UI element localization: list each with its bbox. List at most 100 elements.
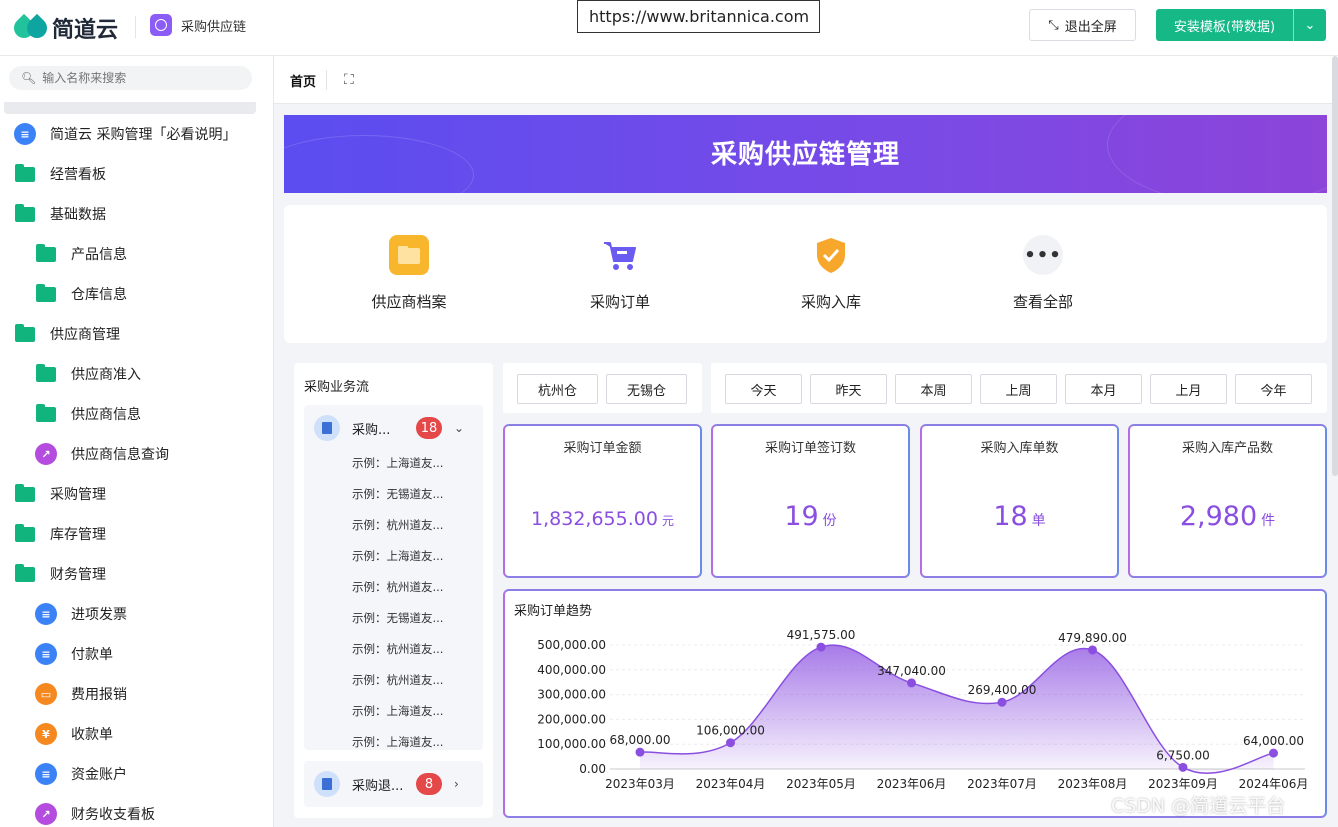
y-tick-label: 500,000.00 bbox=[537, 638, 606, 652]
stat-value: 18 单 bbox=[922, 501, 1117, 532]
brand-name: 简道云 bbox=[52, 18, 119, 43]
sidebar-item-label: 基础数据 bbox=[50, 207, 106, 223]
sidebar-item-1[interactable]: 经营看板 bbox=[0, 154, 273, 194]
sidebar-item-3[interactable]: 产品信息 bbox=[0, 234, 273, 274]
quick-purchase-inbound[interactable]: 采购入库 bbox=[761, 235, 901, 312]
app-switcher[interactable]: 采购供应链 bbox=[150, 14, 246, 36]
tab-home[interactable]: 首页 bbox=[290, 71, 316, 90]
quick-label: 采购入库 bbox=[800, 293, 861, 311]
stat-value: 2,980 件 bbox=[1130, 501, 1325, 532]
sidebar-item-label: 产品信息 bbox=[71, 247, 127, 263]
chevron-down-icon[interactable]: ⌄ bbox=[454, 421, 464, 435]
chevron-down-icon[interactable]: ⌄ bbox=[1293, 9, 1326, 41]
exit-fullscreen-button[interactable]: ⤡ 退出全屏 bbox=[1029, 9, 1136, 41]
sidebar-item-0[interactable]: ≡ 简道云 采购管理「必看说明」 bbox=[0, 114, 273, 154]
flow-sub-item[interactable]: 示例：杭州道友... bbox=[352, 641, 443, 657]
flow-sub-item[interactable]: 示例：上海道友... bbox=[352, 734, 443, 750]
watermark: CSDN @简道云平台 bbox=[1111, 795, 1286, 817]
filter-today[interactable]: 今天 bbox=[725, 374, 802, 404]
sidebar-item-8[interactable]: ↗ 供应商信息查询 bbox=[0, 434, 273, 474]
search-box[interactable]: 🔍︎ bbox=[9, 66, 252, 90]
filter-wuxi[interactable]: 无锡仓 bbox=[606, 374, 687, 404]
flow-title: 采购业务流 bbox=[304, 380, 370, 395]
sidebar-item-12[interactable]: ≡ 进项发票 bbox=[0, 594, 273, 634]
flow-sub-item[interactable]: 示例：上海道友... bbox=[352, 548, 443, 564]
flow-sub-item[interactable]: 示例：杭州道友... bbox=[352, 672, 443, 688]
filter-last-month[interactable]: 上月 bbox=[1150, 374, 1227, 404]
stat-value: 19 份 bbox=[713, 501, 908, 532]
sidebar-item-label: 仓库信息 bbox=[71, 287, 127, 303]
sidebar-item-9[interactable]: 采购管理 bbox=[0, 474, 273, 514]
stat-unit: 单 bbox=[1031, 513, 1046, 529]
sidebar-item-13[interactable]: ≡ 付款单 bbox=[0, 634, 273, 674]
flow-sub-item[interactable]: 示例：上海道友... bbox=[352, 703, 443, 719]
data-point[interactable] bbox=[635, 747, 645, 757]
page-scrollbar[interactable] bbox=[1332, 56, 1338, 476]
business-flow-panel: 采购业务流 采购... 18 ⌄ 示例：上海道友... 示例：无锡道友... 示例：… bbox=[294, 363, 493, 818]
app-name: 采购供应链 bbox=[181, 19, 247, 35]
flow-group-header[interactable]: 采购... 18 ⌄ bbox=[314, 415, 474, 441]
y-tick-label: 200,000.00 bbox=[537, 712, 606, 726]
flow-group-return[interactable]: 采购退... 8 › bbox=[304, 761, 483, 807]
sidebar-item-17[interactable]: ↗ 财务收支看板 bbox=[0, 794, 273, 827]
sidebar-item-label: 供应商准入 bbox=[71, 367, 141, 383]
flow-sub-item[interactable]: 示例：无锡道友... bbox=[352, 610, 443, 626]
filter-this-year[interactable]: 今年 bbox=[1235, 374, 1312, 404]
flow-sub-item[interactable]: 示例：上海道友... bbox=[352, 455, 443, 471]
sidebar-item-5[interactable]: 供应商管理 bbox=[0, 314, 273, 354]
data-point[interactable] bbox=[1088, 645, 1097, 655]
sidebar-item-15[interactable]: ¥ 收款单 bbox=[0, 714, 273, 754]
data-label: 269,400.00 bbox=[968, 683, 1037, 697]
sidebar-item-14[interactable]: ▭ 费用报销 bbox=[0, 674, 273, 714]
flow-group-header[interactable]: 采购退... 8 › bbox=[314, 771, 474, 797]
stat-unit: 件 bbox=[1261, 513, 1276, 529]
folder-icon bbox=[35, 243, 57, 265]
search-input[interactable] bbox=[42, 71, 233, 85]
url-bar[interactable]: https://www.britannica.com bbox=[577, 0, 820, 33]
data-point[interactable] bbox=[907, 678, 916, 688]
brand-logo[interactable]: 简道云 bbox=[9, 12, 119, 44]
quick-supplier-archive[interactable]: 供应商档案 bbox=[339, 235, 479, 312]
data-point[interactable] bbox=[816, 642, 826, 652]
filter-this-month[interactable]: 本月 bbox=[1065, 374, 1142, 404]
more-icon: ••• bbox=[1023, 235, 1063, 275]
sidebar-item-label: 付款单 bbox=[71, 647, 113, 663]
filter-this-week[interactable]: 本周 bbox=[895, 374, 972, 404]
sidebar-item-label: 供应商信息 bbox=[71, 407, 141, 423]
sidebar-item-4[interactable]: 仓库信息 bbox=[0, 274, 273, 314]
flow-sub-item[interactable]: 示例：杭州道友... bbox=[352, 579, 443, 595]
sidebar-item-6[interactable]: 供应商准入 bbox=[0, 354, 273, 394]
stat-order-count: 采购订单签订数 19 份 bbox=[711, 424, 910, 578]
tab-bar: 首页 ⛶ bbox=[274, 56, 1338, 104]
flow-sub-item[interactable]: 示例：杭州道友... bbox=[352, 517, 443, 533]
sidebar-item-10[interactable]: 库存管理 bbox=[0, 514, 273, 554]
quick-purchase-order[interactable]: 采购订单 bbox=[550, 235, 690, 312]
banner: 采购供应链管理 bbox=[284, 115, 1327, 193]
flow-sub-item[interactable]: 示例：无锡道友... bbox=[352, 486, 443, 502]
filter-yesterday[interactable]: 昨天 bbox=[810, 374, 887, 404]
data-point[interactable] bbox=[726, 738, 735, 748]
filter-hangzhou[interactable]: 杭州仓 bbox=[517, 374, 598, 404]
data-point[interactable] bbox=[997, 697, 1007, 707]
sidebar-item-11[interactable]: 财务管理 bbox=[0, 554, 273, 594]
folder-icon bbox=[35, 403, 57, 425]
install-template-button[interactable]: 安装模板(带数据) ⌄ bbox=[1156, 9, 1326, 41]
sidebar-item-label: 财务收支看板 bbox=[71, 807, 155, 823]
fullscreen-icon[interactable]: ⛶ bbox=[344, 72, 354, 88]
chevron-right-icon[interactable]: › bbox=[454, 777, 459, 791]
sidebar-item-7[interactable]: 供应商信息 bbox=[0, 394, 273, 434]
sidebar-item-2[interactable]: 基础数据 bbox=[0, 194, 273, 234]
folder-icon bbox=[14, 483, 36, 505]
quick-view-all[interactable]: ••• 查看全部 bbox=[973, 235, 1113, 312]
filter-last-week[interactable]: 上周 bbox=[980, 374, 1057, 404]
y-tick-label: 300,000.00 bbox=[537, 688, 606, 702]
data-point[interactable] bbox=[1178, 762, 1188, 772]
quick-label: 采购订单 bbox=[589, 293, 650, 311]
data-label: 64,000.00 bbox=[1243, 734, 1304, 748]
data-point[interactable] bbox=[1269, 748, 1278, 758]
exit-fullscreen-label: 退出全屏 bbox=[1064, 19, 1117, 35]
y-tick-label: 0.00 bbox=[579, 762, 606, 776]
shield-check-icon bbox=[811, 235, 851, 275]
banner-title: 采购供应链管理 bbox=[710, 140, 900, 170]
sidebar-item-16[interactable]: ≡ 资金账户 bbox=[0, 754, 273, 794]
